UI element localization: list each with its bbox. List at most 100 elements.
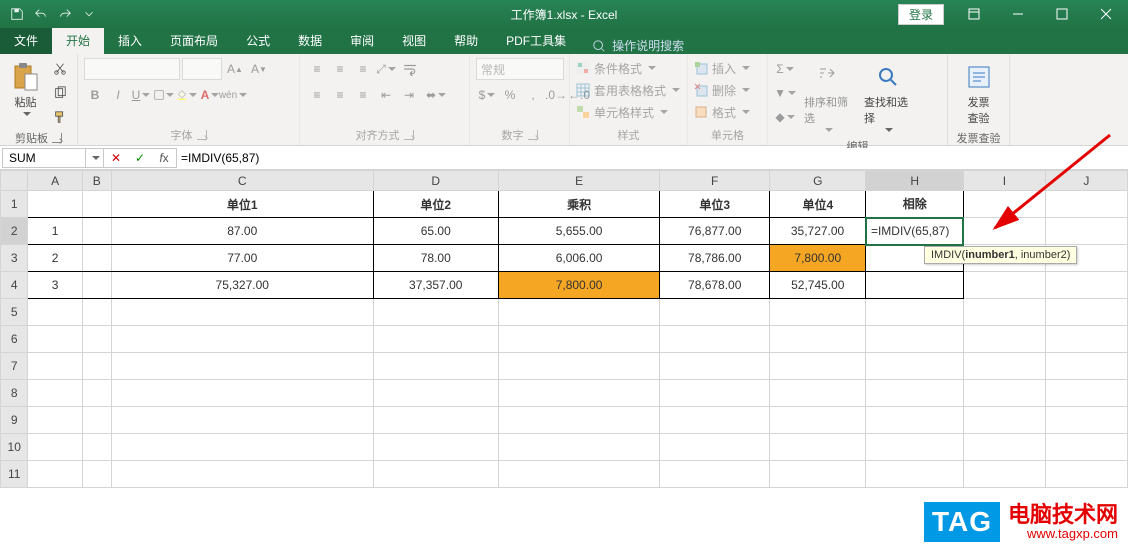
- row-header-7[interactable]: 7: [1, 353, 28, 380]
- cell-A5[interactable]: [28, 299, 82, 326]
- cell-F4[interactable]: 78,678.00: [660, 272, 770, 299]
- qat-customize-icon[interactable]: [78, 3, 100, 25]
- insert-function-icon[interactable]: fx: [152, 149, 176, 167]
- increase-font-icon[interactable]: A▲: [224, 58, 246, 80]
- cell-G11[interactable]: [770, 461, 866, 488]
- cell-I2[interactable]: [963, 218, 1045, 245]
- cell-H8[interactable]: [866, 380, 963, 407]
- number-format-select[interactable]: 常规: [476, 58, 564, 80]
- tab-review[interactable]: 审阅: [336, 28, 388, 54]
- bold-button[interactable]: B: [84, 84, 106, 106]
- enter-formula-icon[interactable]: ✓: [128, 149, 152, 167]
- align-right-icon[interactable]: ≡: [352, 84, 374, 106]
- percent-format-icon[interactable]: %: [499, 84, 521, 106]
- align-center-icon[interactable]: ≡: [329, 84, 351, 106]
- cell-styles-button[interactable]: 单元格样式: [576, 102, 668, 122]
- cell-B10[interactable]: [82, 434, 111, 461]
- row-header-11[interactable]: 11: [1, 461, 28, 488]
- align-top-icon[interactable]: ≡: [306, 58, 328, 80]
- cell-C6[interactable]: [111, 326, 373, 353]
- cell-J4[interactable]: [1045, 272, 1127, 299]
- cell-A1[interactable]: [28, 191, 82, 218]
- cell-D7[interactable]: [373, 353, 498, 380]
- comma-format-icon[interactable]: ,: [522, 84, 544, 106]
- italic-button[interactable]: I: [107, 84, 129, 106]
- cell-G1[interactable]: 单位4: [770, 191, 866, 218]
- row-header-5[interactable]: 5: [1, 299, 28, 326]
- column-header-C[interactable]: C: [111, 171, 373, 191]
- merge-center-button[interactable]: ⬌: [421, 84, 451, 106]
- close-icon[interactable]: [1084, 0, 1128, 28]
- cancel-formula-icon[interactable]: ✕: [104, 149, 128, 167]
- cell-E5[interactable]: [498, 299, 659, 326]
- cell-I8[interactable]: [963, 380, 1045, 407]
- sort-filter-button[interactable]: 排序和筛选: [800, 58, 856, 136]
- cell-C3[interactable]: 77.00: [111, 245, 373, 272]
- cell-A10[interactable]: [28, 434, 82, 461]
- select-all-cell[interactable]: [1, 171, 28, 191]
- cell-H6[interactable]: [866, 326, 963, 353]
- name-box[interactable]: SUM: [2, 148, 86, 168]
- row-header-1[interactable]: 1: [1, 191, 28, 218]
- ribbon-display-options-icon[interactable]: [952, 0, 996, 28]
- cell-H2[interactable]: =IMDIV(65,87): [866, 218, 963, 245]
- clipboard-dialog-launcher[interactable]: [52, 133, 62, 143]
- cell-G7[interactable]: [770, 353, 866, 380]
- format-cells-button[interactable]: 格式: [694, 102, 750, 122]
- cell-J6[interactable]: [1045, 326, 1127, 353]
- cell-G5[interactable]: [770, 299, 866, 326]
- cell-A2[interactable]: 1: [28, 218, 82, 245]
- tab-pdf[interactable]: PDF工具集: [492, 28, 580, 54]
- cell-C7[interactable]: [111, 353, 373, 380]
- fill-icon[interactable]: ▼: [774, 82, 796, 104]
- cell-G3[interactable]: 7,800.00: [770, 245, 866, 272]
- tab-home[interactable]: 开始: [52, 28, 104, 54]
- cell-I10[interactable]: [963, 434, 1045, 461]
- cell-I6[interactable]: [963, 326, 1045, 353]
- cell-I9[interactable]: [963, 407, 1045, 434]
- cell-F5[interactable]: [660, 299, 770, 326]
- column-header-D[interactable]: D: [373, 171, 498, 191]
- row-header-6[interactable]: 6: [1, 326, 28, 353]
- clear-icon[interactable]: ◆: [774, 106, 796, 128]
- redo-icon[interactable]: [54, 3, 76, 25]
- increase-indent-icon[interactable]: ⇥: [398, 84, 420, 106]
- cell-J8[interactable]: [1045, 380, 1127, 407]
- autosum-icon[interactable]: Σ: [774, 58, 796, 80]
- cell-F9[interactable]: [660, 407, 770, 434]
- cell-F11[interactable]: [660, 461, 770, 488]
- align-bottom-icon[interactable]: ≡: [352, 58, 374, 80]
- minimize-icon[interactable]: [996, 0, 1040, 28]
- cell-D6[interactable]: [373, 326, 498, 353]
- cell-E6[interactable]: [498, 326, 659, 353]
- cell-B2[interactable]: [82, 218, 111, 245]
- format-painter-icon[interactable]: [49, 106, 71, 128]
- cell-B3[interactable]: [82, 245, 111, 272]
- column-header-F[interactable]: F: [660, 171, 770, 191]
- cell-D10[interactable]: [373, 434, 498, 461]
- tab-help[interactable]: 帮助: [440, 28, 492, 54]
- insert-cells-button[interactable]: 插入: [694, 58, 750, 78]
- column-header-G[interactable]: G: [770, 171, 866, 191]
- column-header-J[interactable]: J: [1045, 171, 1127, 191]
- phonetic-button[interactable]: wén: [222, 84, 244, 106]
- cell-E8[interactable]: [498, 380, 659, 407]
- find-select-button[interactable]: 查找和选择: [860, 58, 916, 136]
- cell-I11[interactable]: [963, 461, 1045, 488]
- cell-A3[interactable]: 2: [28, 245, 82, 272]
- cell-F7[interactable]: [660, 353, 770, 380]
- formula-bar[interactable]: [177, 148, 1128, 168]
- cell-D5[interactable]: [373, 299, 498, 326]
- cell-C1[interactable]: 单位1: [111, 191, 373, 218]
- underline-button[interactable]: U: [130, 84, 152, 106]
- cell-J9[interactable]: [1045, 407, 1127, 434]
- wrap-text-button[interactable]: [398, 58, 422, 80]
- format-as-table-button[interactable]: 套用表格格式: [576, 80, 680, 100]
- align-middle-icon[interactable]: ≡: [329, 58, 351, 80]
- cell-H5[interactable]: [866, 299, 963, 326]
- undo-icon[interactable]: [30, 3, 52, 25]
- cell-H9[interactable]: [866, 407, 963, 434]
- font-color-button[interactable]: A: [199, 84, 221, 106]
- name-box-dropdown[interactable]: [86, 148, 104, 168]
- cell-F2[interactable]: 76,877.00: [660, 218, 770, 245]
